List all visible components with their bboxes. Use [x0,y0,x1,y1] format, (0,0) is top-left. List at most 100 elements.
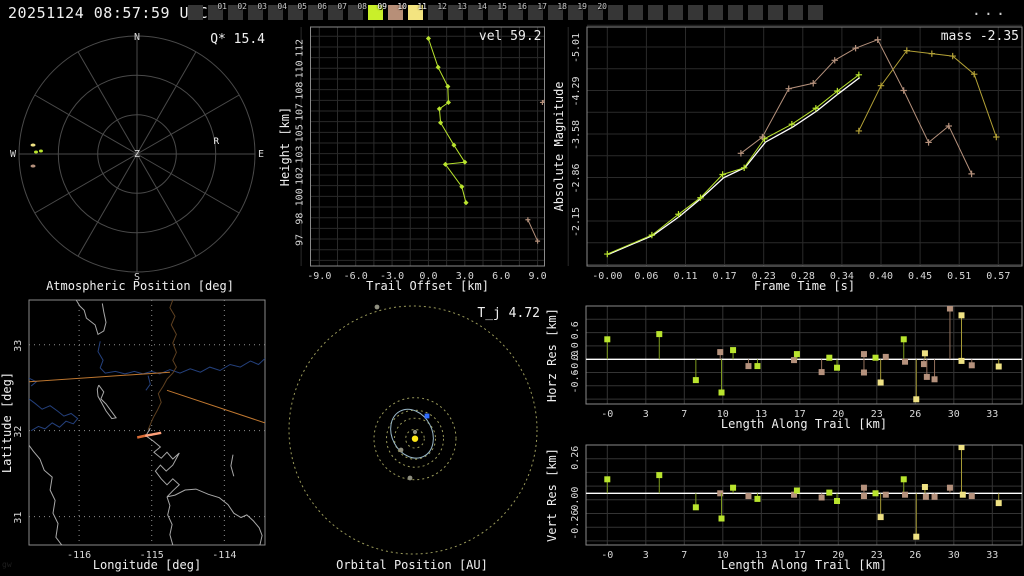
vert_res-xlabel: Length Along Trail [km] [721,558,887,572]
frame-chip-11[interactable]: 11 [408,2,427,20]
residual-marker [920,361,927,368]
frame-chip-04[interactable]: 04 [268,2,287,20]
trail-ytick: 108 [295,82,306,100]
residual-marker [834,498,841,504]
frame-chip-16[interactable]: 16 [508,2,527,20]
frame-chip-05[interactable]: 05 [288,2,307,20]
trail-ytick: 97 [295,234,306,246]
trail-xtick: -6.0 [344,271,368,282]
trail-ytick: 107 [295,103,306,121]
atmospheric-title: Atmospheric Position [deg] [46,279,234,293]
residual-marker [754,363,761,370]
frame-chip-blank-29[interactable] [768,5,783,20]
station-3-lightcurve-line [858,50,997,138]
magnitude-corner-label: mass -2.35 [941,29,1019,44]
horz_res-frame [585,305,1023,405]
frame-chip-label: 08 [357,2,367,11]
river-west-wiggle [29,398,79,432]
polar-spoke [77,51,138,155]
frame-chip-label: 12 [437,2,447,11]
frame-chip-blank-22[interactable] [628,5,643,20]
vert_res-ytick: 0.26 [570,446,581,470]
vert_res-xtick: 30 [948,550,960,561]
residual-marker [718,389,725,396]
magnitude-grid [567,24,1022,266]
utc-timestamp: 20251124 08:57:59 UTC [8,4,209,22]
vert_res-xtick: 7 [681,550,687,561]
residual-marker [877,514,884,521]
frame-chip-blank-21[interactable] [608,5,623,20]
residual-marker [818,494,825,501]
residual-marker [692,377,699,384]
trail-ylabel: Height [km] [278,107,292,186]
mercury [412,429,418,435]
delta-marsh [145,427,181,498]
frame-chip-18[interactable]: 18 [548,2,567,20]
frame-chip-label: 04 [277,2,287,11]
station-2-lightcurve-line [740,39,973,175]
frame-chip-10[interactable]: 10 [388,2,407,20]
river-east [97,341,265,375]
frame-chip-blank-26[interactable] [708,5,723,20]
horz_res-xtick: -0 [601,409,613,420]
polar-spoke [136,153,240,214]
frame-chip-02[interactable]: 02 [228,2,247,20]
magnitude-ylabel: Absolute Magnitude [552,81,566,211]
map-features [29,300,265,545]
vert_res-xtick: 26 [909,550,921,561]
frame-chip-blank-31[interactable] [808,5,823,20]
horz_res-grid [586,305,1022,404]
frame-chip-07[interactable]: 07 [328,2,347,20]
frame-chip-blank-30[interactable] [788,5,803,20]
residual-marker [745,493,752,500]
residual-marker [877,379,884,386]
frame-chip-06[interactable]: 06 [308,2,327,20]
frame-chip-19[interactable]: 19 [568,2,587,20]
frame-chip-blank-23[interactable] [648,5,663,20]
data-point-diamond [445,83,451,90]
frame-chip-blank-0[interactable] [188,5,203,20]
frame-chip-20[interactable]: 20 [588,2,607,20]
frame-chip-13[interactable]: 13 [448,2,467,20]
gulf-inlet [230,454,235,477]
vert_res-frame [585,444,1023,546]
frame-chip-label: 05 [297,2,307,11]
frame-chip-blank-27[interactable] [728,5,743,20]
horz_res-ylabel: Horz Res [km] [545,308,559,402]
frame-chip-12[interactable]: 12 [428,2,447,20]
frame-chip-blank-25[interactable] [688,5,703,20]
frame-chip-label: 16 [517,2,527,11]
laguna-salada [96,384,117,420]
frame-chip-09[interactable]: 09 [368,2,387,20]
frame-chip-01[interactable]: 01 [208,2,227,20]
frame-chip-15[interactable]: 15 [488,2,507,20]
frame-chip-17[interactable]: 17 [528,2,547,20]
overflow-menu-button[interactable]: ... [966,0,1014,20]
residual-marker [968,493,975,500]
frame-chip-label: 10 [397,2,407,11]
frame-chip-14[interactable]: 14 [468,2,487,20]
frame-chip-blank-24[interactable] [668,5,683,20]
map-ytick: 32 [13,426,24,438]
residual-marker [718,515,725,522]
earth [424,413,430,419]
salton-sea-shore [75,300,107,336]
magnitude-xlabel: Frame Time [s] [754,279,855,293]
vert_res-ytick: 0.00 [570,487,581,511]
trail-ytick: 110 [295,60,306,78]
sun [411,435,419,442]
residual-marker [826,354,833,361]
trail-corner-label: vel 59.2 [479,29,542,44]
residual-marker [922,493,929,500]
frame-chip-08[interactable]: 08 [348,2,367,20]
data-point-plus [968,170,975,178]
trail-frame [310,26,545,267]
vert_res-xtick: 3 [643,550,649,561]
trail-ytick: 102 [295,167,306,185]
station-2-trail-b-line [527,219,539,242]
frame-chip-03[interactable]: 03 [248,2,267,20]
frame-chip-label: 14 [477,2,487,11]
residual-marker [730,484,737,491]
frame-chip-blank-28[interactable] [748,5,763,20]
sight-line-2 [166,389,265,424]
